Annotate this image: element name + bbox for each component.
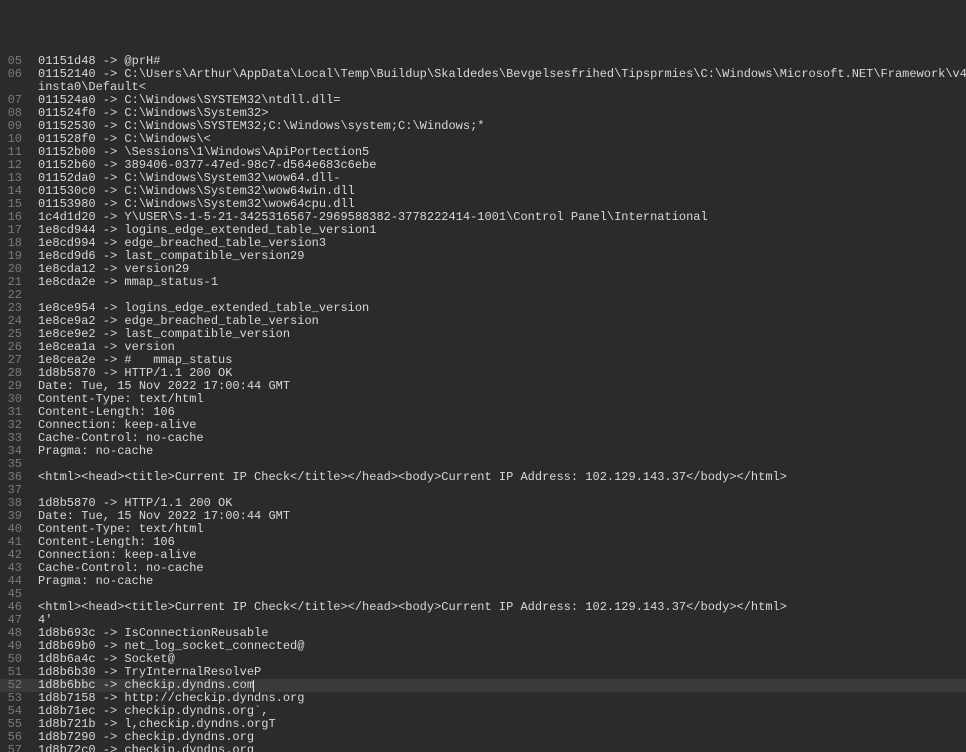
line-text: 1d8b72c0 -> checkip.dyndns.org [26,744,254,752]
line-text: Pragma: no-cache [26,575,153,588]
line-text: <html><head><title>Current IP Check</tit… [26,601,787,614]
line-text [26,588,38,601]
line-number: 06 [0,68,26,81]
editor-line[interactable]: 34Pragma: no-cache [0,445,966,458]
editor-line[interactable]: 36<html><head><title>Current IP Check</t… [0,471,966,484]
editor-line[interactable]: 211e8cda2e -> mmap_status-1 [0,276,966,289]
line-text: 1e8cda2e -> mmap_status-1 [26,276,218,289]
code-editor[interactable]: 0501151d48 -> @prH#0601152140 -> C:\User… [0,52,966,752]
line-text [26,484,38,497]
line-text: Pragma: no-cache [26,445,153,458]
line-text [26,289,38,302]
line-text [26,458,38,471]
line-text: 01152140 -> C:\Users\Arthur\AppData\Loca… [26,68,966,81]
editor-line[interactable]: 571d8b72c0 -> checkip.dyndns.org [0,744,966,752]
line-text: <html><head><title>Current IP Check</tit… [26,471,787,484]
line-number: 57 [0,744,26,752]
editor-line[interactable]: 44Pragma: no-cache [0,575,966,588]
editor-line[interactable]: 46<html><head><title>Current IP Check</t… [0,601,966,614]
